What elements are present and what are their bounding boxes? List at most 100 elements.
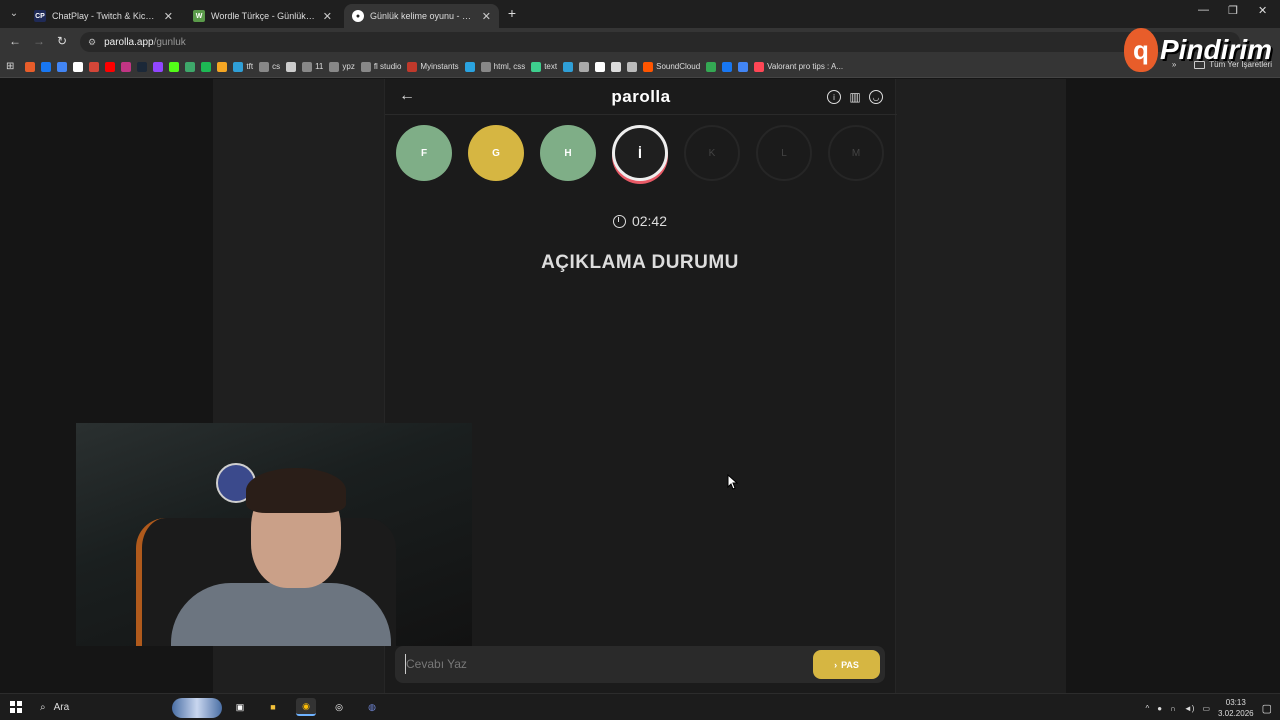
bookmark-item[interactable]: cs — [259, 61, 280, 72]
tab-search-chevron-icon[interactable]: ⌄ — [6, 6, 22, 22]
app-icon[interactable]: ◎ — [329, 698, 349, 716]
bookmark-item[interactable] — [464, 61, 475, 72]
bookmark-favicon-icon — [57, 61, 68, 72]
tab-parolla[interactable]: ● Günlük kelime oyunu - parolla ✕ — [344, 4, 499, 28]
windows-start-icon[interactable] — [10, 701, 22, 713]
question-status: AÇIKLAMA DURUMU — [541, 252, 739, 273]
bookmark-favicon-icon — [754, 61, 765, 72]
bookmark-item[interactable] — [137, 61, 148, 72]
bookmark-favicon-icon — [360, 61, 371, 72]
bookmark-item[interactable] — [73, 61, 84, 72]
taskbar-search[interactable]: ⌕ Ara — [32, 697, 222, 718]
webcam-person-hair — [246, 468, 346, 513]
bookmark-favicon-icon — [611, 61, 622, 72]
bookmark-label: Myinstants — [420, 62, 459, 71]
bookmark-item[interactable] — [738, 61, 749, 72]
bookmark-item[interactable]: Valorant pro tips : A... — [754, 61, 843, 72]
forward-arrow-icon[interactable]: → — [33, 34, 45, 48]
microphone-icon[interactable]: ● — [1157, 704, 1162, 713]
task-view-icon[interactable]: ▣ — [230, 698, 250, 716]
discord-icon[interactable]: ◍ — [362, 698, 382, 716]
answer-input[interactable] — [405, 654, 805, 674]
bookmark-favicon-icon — [738, 61, 749, 72]
taskbar-clock[interactable]: 03:13 3.02.2026 — [1218, 697, 1254, 719]
bookmark-item[interactable] — [706, 61, 717, 72]
bookmark-item[interactable] — [611, 61, 622, 72]
bookmark-item[interactable] — [595, 61, 606, 72]
tab-chatplay[interactable]: CP ChatPlay - Twitch & Kick İzleyici ✕ — [26, 4, 181, 28]
bookmark-item[interactable] — [153, 61, 164, 72]
bookmark-item[interactable]: fl studio — [360, 61, 401, 72]
close-window-button[interactable]: ✕ — [1258, 4, 1267, 17]
bookmark-favicon-icon — [643, 61, 654, 72]
bookmark-item[interactable] — [89, 61, 100, 72]
restore-button[interactable]: ❐ — [1228, 4, 1238, 17]
bookmark-item[interactable] — [286, 61, 297, 72]
close-tab-icon[interactable]: ✕ — [323, 10, 332, 23]
tab-strip: ⌄ CP ChatPlay - Twitch & Kick İzleyici ✕… — [0, 0, 1280, 28]
tab-wordle[interactable]: W Wordle Türkçe - Günlük Kelime ✕ — [185, 4, 340, 28]
bookmark-item[interactable] — [121, 61, 132, 72]
new-tab-button[interactable]: + — [504, 6, 520, 22]
apps-grid-icon[interactable]: ⊞ — [6, 61, 14, 72]
answer-bar: › PAS — [395, 646, 885, 683]
pass-label: PAS — [841, 659, 859, 670]
game-header: ← parolla i ▥ ◡ — [385, 79, 897, 115]
bookmark-favicon-icon — [329, 61, 340, 72]
bookmark-item[interactable] — [722, 61, 733, 72]
headset-icon[interactable]: ∩ — [1170, 704, 1176, 713]
bookmark-item[interactable]: SoundCloud — [643, 61, 701, 72]
bookmark-favicon-icon — [121, 61, 132, 72]
letter-circle-pending: L — [756, 125, 812, 181]
stats-icon[interactable]: ▥ — [848, 90, 862, 104]
bookmark-item[interactable]: tft — [233, 61, 253, 72]
bookmark-item[interactable] — [41, 61, 52, 72]
bookmark-item[interactable] — [563, 61, 574, 72]
bookmark-item[interactable] — [201, 61, 212, 72]
user-icon[interactable]: ◡ — [869, 90, 883, 104]
bookmark-item[interactable] — [217, 61, 228, 72]
bookmark-item[interactable]: text — [531, 61, 558, 72]
minimize-button[interactable]: — — [1198, 4, 1209, 16]
bookmark-item[interactable]: Myinstants — [407, 61, 459, 72]
site-info-icon[interactable]: ⚙ — [88, 37, 96, 48]
timer-value: 02:42 — [631, 213, 668, 229]
close-tab-icon[interactable]: ✕ — [164, 10, 173, 23]
bookmark-favicon-icon — [169, 61, 180, 72]
chatplay-favicon-icon: CP — [34, 10, 46, 22]
bookmark-item[interactable] — [105, 61, 116, 72]
bookmark-label: html, css — [493, 62, 526, 71]
bookmark-favicon-icon — [153, 61, 164, 72]
info-icon[interactable]: i — [827, 90, 841, 104]
speaker-icon[interactable]: ◄) — [1184, 704, 1195, 713]
timer: 02:42 — [0, 213, 1280, 229]
bookmark-favicon-icon — [302, 61, 313, 72]
letter-circle-pending: M — [828, 125, 884, 181]
reload-icon[interactable]: ↻ — [57, 34, 67, 48]
pass-button[interactable]: › PAS — [813, 650, 880, 679]
bookmark-label: SoundCloud — [656, 62, 701, 71]
back-arrow-icon[interactable]: ← — [9, 34, 21, 48]
chrome-icon[interactable]: ◉ — [296, 698, 316, 716]
notifications-icon[interactable]: ▢ — [1262, 702, 1272, 715]
chevron-right-icon: › — [834, 659, 838, 670]
webcam-person-body — [171, 583, 391, 646]
bookmark-favicon-icon — [137, 61, 148, 72]
bookmark-item[interactable]: ypz — [329, 61, 355, 72]
bookmark-item[interactable] — [627, 61, 638, 72]
bookmark-favicon-icon — [73, 61, 84, 72]
bookmark-item[interactable] — [169, 61, 180, 72]
bookmark-label: text — [544, 62, 558, 71]
address-bar[interactable]: ⚙ parolla.app/gunluk — [80, 32, 1240, 52]
network-icon[interactable]: ▭ — [1202, 704, 1210, 713]
bookmark-item[interactable]: html, css — [480, 61, 526, 72]
bookmark-item[interactable] — [57, 61, 68, 72]
bookmark-item[interactable] — [185, 61, 196, 72]
close-tab-icon[interactable]: ✕ — [482, 10, 491, 23]
bookmark-item[interactable]: 11 — [302, 61, 323, 72]
bookmark-item[interactable] — [579, 61, 590, 72]
bookmark-item[interactable] — [25, 61, 36, 72]
file-explorer-icon[interactable]: ■ — [263, 698, 283, 716]
tray-expand-icon[interactable]: ^ — [1145, 704, 1149, 713]
tab-label: Wordle Türkçe - Günlük Kelime — [211, 11, 317, 21]
